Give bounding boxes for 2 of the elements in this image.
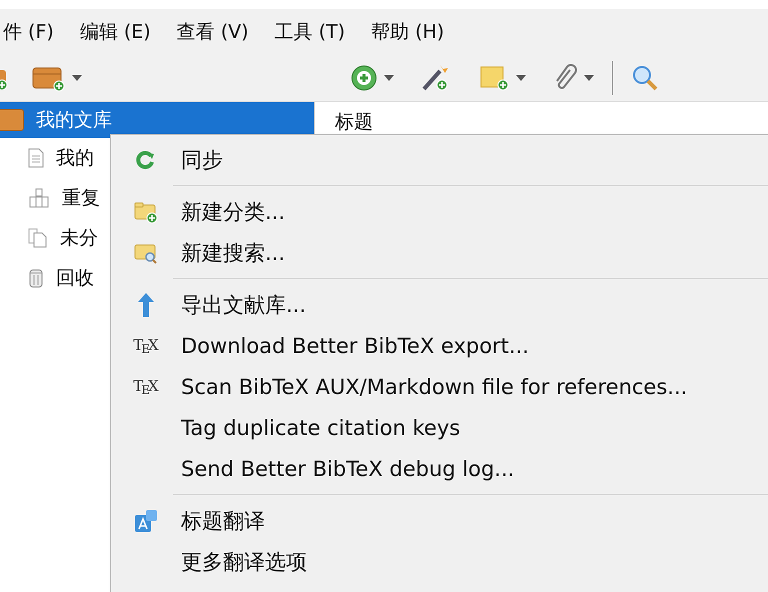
tex-icon: T$_{E}$X	[133, 376, 159, 396]
tex-icon: T$_{E}$X	[133, 336, 159, 356]
